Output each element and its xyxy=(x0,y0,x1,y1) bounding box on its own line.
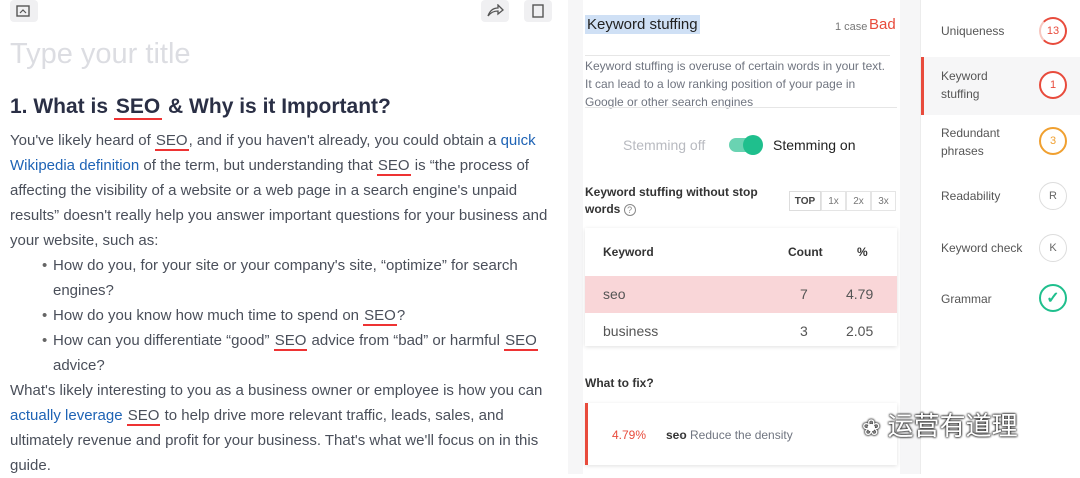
cell-keyword: business xyxy=(603,323,659,339)
keyword-highlight[interactable]: SEO xyxy=(363,307,397,326)
sidebar-item-label: Grammar xyxy=(941,292,992,306)
redundant-phrases-badge: 3 xyxy=(1039,127,1067,155)
article-body[interactable]: You've likely heard of SEO, and if you h… xyxy=(10,128,558,478)
ngram-tabs: TOP 1x 2x 3x xyxy=(789,191,896,211)
case-count: 1 case xyxy=(835,21,868,33)
copy-button[interactable] xyxy=(524,0,552,22)
text: How do you, for your site or your compan… xyxy=(53,257,518,274)
checks-sidebar: Uniqueness 13 Keyword stuffing 1 Redunda… xyxy=(920,0,1080,474)
text: advice from “bad” or harmful xyxy=(307,332,505,349)
share-icon xyxy=(487,4,504,17)
cell-count: 3 xyxy=(800,323,808,339)
cell-pct: 2.05 xyxy=(846,323,874,339)
keyword-check-badge: K xyxy=(1039,234,1067,262)
stemming-on-label[interactable]: Stemming on xyxy=(773,137,855,153)
watermark-text: ❀ 运营有道理 xyxy=(862,406,1018,443)
heading-text: 1. What is xyxy=(10,95,114,118)
fix-percent: 4.79% xyxy=(612,428,647,442)
sidebar-item-grammar[interactable]: Grammar ✓ xyxy=(921,276,1080,326)
section-description: Keyword stuffing is overuse of certain w… xyxy=(585,55,890,111)
sidebar-item-redundant-phrases[interactable]: Redundant phrases 3 xyxy=(921,117,1080,169)
sidebar-item-uniqueness[interactable]: Uniqueness 13 xyxy=(921,6,1080,56)
sidebar-item-keyword-stuffing[interactable]: Keyword stuffing 1 xyxy=(921,57,1080,115)
text: ? xyxy=(396,307,406,324)
toolbar-left-button[interactable] xyxy=(10,0,38,22)
keyword-highlight[interactable]: SEO xyxy=(126,407,161,426)
table-title: Keyword stuffing without stop words ? xyxy=(585,184,785,218)
sidebar-item-readability[interactable]: Readability R xyxy=(921,173,1080,223)
section-title: Keyword stuffing xyxy=(585,15,700,34)
sidebar-item-keyword-check[interactable]: Keyword check K xyxy=(921,225,1080,275)
grammar-check-icon: ✓ xyxy=(1039,284,1067,312)
text: advice? xyxy=(53,357,105,374)
fix-separator: - xyxy=(679,428,683,442)
keyword-highlight[interactable]: SEO xyxy=(154,132,189,151)
share-button[interactable] xyxy=(481,0,509,22)
table-row[interactable]: business 3 2.05 xyxy=(585,313,897,350)
text: How do you know how much time to spend o… xyxy=(53,307,364,324)
list-item: How do you know how much time to spend o… xyxy=(10,303,558,328)
list-item: How can you differentiate “good” SEO adv… xyxy=(10,328,558,378)
copy-icon xyxy=(532,4,544,18)
keyword-highlight[interactable]: SEO xyxy=(273,332,308,351)
add-image-icon xyxy=(16,5,30,17)
keyword-stuffing-card: Keyword stuffing 1 case Bad Keyword stuf… xyxy=(583,0,900,474)
tab-2x[interactable]: 2x xyxy=(846,191,871,211)
stemming-off-label[interactable]: Stemming off xyxy=(623,137,705,153)
readability-badge: R xyxy=(1039,182,1067,210)
tab-3x[interactable]: 3x xyxy=(871,191,896,211)
wechat-icon: ❀ xyxy=(862,415,881,440)
keyword-stuffing-badge: 1 xyxy=(1039,71,1067,99)
paragraph-2: What's likely interesting to you as a bu… xyxy=(10,378,558,478)
editor-pane: Type your title 1. What is SEO & Why is … xyxy=(0,0,568,474)
table-row[interactable]: seo 7 4.79 xyxy=(585,276,897,313)
sidebar-item-label: Redundant phrases xyxy=(941,126,1000,158)
title-input[interactable]: Type your title xyxy=(10,38,191,71)
analysis-panel: Keyword stuffing 1 case Bad Keyword stuf… xyxy=(568,0,920,474)
divider xyxy=(585,107,897,108)
text: , and if you haven't already, you could … xyxy=(188,132,501,149)
fix-text: Reduce the density xyxy=(690,428,793,442)
heading-text-rest: & Why is it Important? xyxy=(162,95,391,118)
toggle-knob xyxy=(743,135,763,155)
sidebar-item-label: Uniqueness xyxy=(941,24,1005,38)
sidebar-item-label: Keyword stuffing xyxy=(941,69,988,101)
text: engines? xyxy=(53,282,114,299)
sidebar-item-label: Readability xyxy=(941,189,1001,203)
watermark-label: 运营有道理 xyxy=(887,411,1018,441)
text: What's likely interesting to you as a bu… xyxy=(10,382,543,399)
keyword-highlight[interactable]: SEO xyxy=(376,157,411,176)
cell-keyword: seo xyxy=(603,286,626,302)
column-header-pct[interactable]: % xyxy=(857,245,868,259)
leverage-link[interactable]: actually leverage xyxy=(10,407,123,424)
fix-title: What to fix? xyxy=(585,376,654,390)
text: You've likely heard of xyxy=(10,132,155,149)
keyword-highlight[interactable]: SEO xyxy=(113,95,163,120)
cell-count: 7 xyxy=(800,286,808,302)
tab-1x[interactable]: 1x xyxy=(821,191,846,211)
text: How can you differentiate “good” xyxy=(53,332,274,349)
help-icon[interactable]: ? xyxy=(623,204,636,216)
fix-card[interactable]: 4.79% seo - Reduce the density xyxy=(585,403,897,465)
keyword-highlight[interactable]: SEO xyxy=(504,332,538,351)
cell-pct: 4.79 xyxy=(846,286,874,302)
uniqueness-score-badge: 13 xyxy=(1039,17,1067,45)
text: of the term, but understanding that xyxy=(139,157,377,174)
keyword-table: Keyword Count % seo 7 4.79 business 3 2.… xyxy=(585,228,897,346)
column-header-keyword[interactable]: Keyword xyxy=(603,245,654,259)
list-item: How do you, for your site or your compan… xyxy=(10,253,558,303)
stemming-toggle[interactable] xyxy=(729,135,763,155)
article-heading[interactable]: 1. What is SEO & Why is it Important? xyxy=(10,95,391,120)
column-header-count[interactable]: Count xyxy=(788,245,823,259)
fix-keyword: seo xyxy=(666,428,687,442)
paragraph-1: You've likely heard of SEO, and if you h… xyxy=(10,128,558,253)
tab-top[interactable]: TOP xyxy=(789,191,821,211)
sidebar-item-label: Keyword check xyxy=(941,241,1023,255)
table-title-text: Keyword stuffing without stop words xyxy=(585,185,758,216)
status-badge: Bad xyxy=(869,16,896,33)
